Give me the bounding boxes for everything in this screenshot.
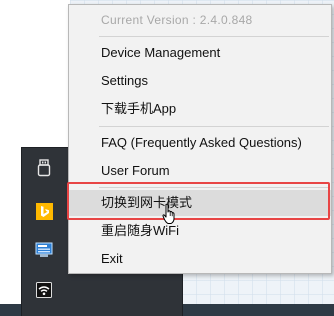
menu-separator [99,36,329,37]
menu-separator [99,126,329,127]
highlight-annotation [67,182,330,220]
settings-item[interactable]: Settings [69,68,331,94]
download-app-item[interactable]: 下载手机App [69,96,331,122]
mouse-pointer-icon [162,203,175,224]
faq-item[interactable]: FAQ (Frequently Asked Questions) [69,130,331,156]
exit-item[interactable]: Exit [69,246,331,272]
tray-context-menu: Current Version : 2.4.0.848 Device Manag… [68,4,332,274]
usb-drive-icon[interactable] [34,158,54,178]
wifi-icon[interactable] [34,280,54,300]
network-adapter-icon[interactable] [34,240,54,260]
restart-wifi-item[interactable]: 重启随身WiFi [69,218,331,244]
version-label: Current Version : 2.4.0.848 [101,13,253,27]
bing-icon[interactable] [34,201,54,221]
user-forum-item[interactable]: User Forum [69,158,331,184]
device-management-item[interactable]: Device Management [69,40,331,66]
